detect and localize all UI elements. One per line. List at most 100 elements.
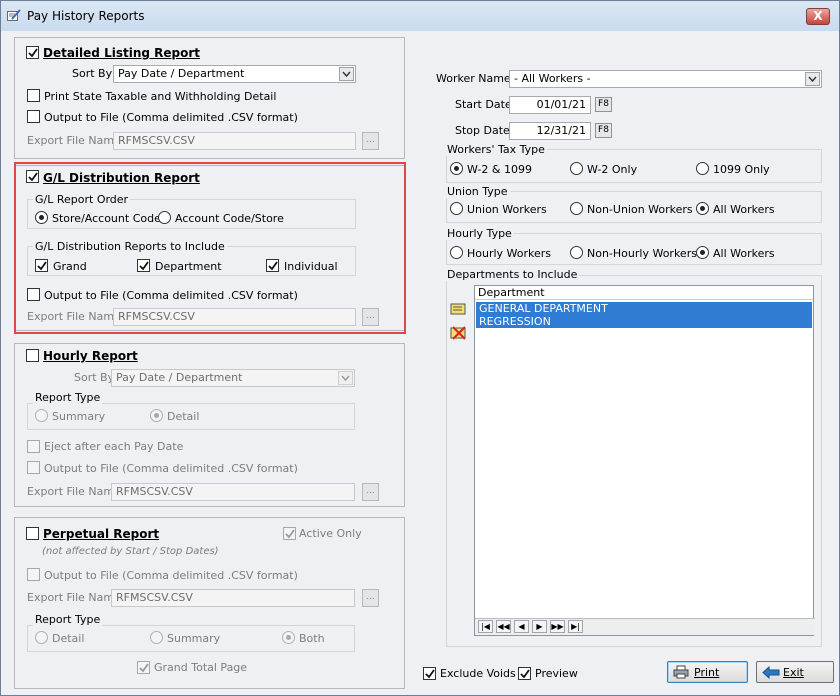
first-record-icon[interactable]: |◀ [478,620,493,633]
hourly-summary-radio[interactable] [35,409,48,422]
non-union-workers-radio[interactable] [570,202,583,215]
hourly-summary-label[interactable]: Summary [52,410,105,423]
start-date-field[interactable]: 01/01/21 [509,96,591,114]
window-title: Pay History Reports [27,9,145,23]
hourly-export-field[interactable]: RFMSCSV.CSV [111,483,355,501]
arrow-left-icon [762,666,780,679]
union-workers-label[interactable]: Union Workers [467,203,547,216]
detailed-listing-checkbox[interactable] [26,46,39,59]
perpetual-report-checkbox[interactable] [26,527,39,540]
detailed-output-label[interactable]: Output to File (Comma delimited .CSV for… [44,111,298,124]
exit-button-label: Exit [783,666,804,679]
hourly-report-label[interactable]: Hourly Report [43,349,138,363]
departments-title: Departments to Include [445,268,580,281]
start-date-f8-button[interactable]: F8 [595,97,612,112]
stop-date-field[interactable]: 12/31/21 [509,122,591,140]
close-button[interactable]: X [806,8,830,25]
hourly-eject-label[interactable]: Eject after each Pay Date [44,440,183,453]
tax-w2-1099-radio[interactable] [450,162,463,175]
union-all-workers-label[interactable]: All Workers [713,203,775,216]
title-bar: Pay History Reports X [1,1,839,31]
prev-record-icon[interactable]: ◀ [514,620,529,633]
perpetual-report-type-title: Report Type [33,613,103,626]
select-all-icon[interactable] [450,301,468,317]
perpetual-report-label[interactable]: Perpetual Report [43,527,159,541]
exclude-voids-label[interactable]: Exclude Voids [440,667,516,680]
next-record-icon[interactable]: ▶ [532,620,547,633]
perpetual-summary-label[interactable]: Summary [167,632,220,645]
active-only-label[interactable]: Active Only [299,527,362,540]
preview-checkbox[interactable] [518,667,531,680]
stop-date-f8-button[interactable]: F8 [595,123,612,138]
perpetual-browse-button[interactable]: ... [362,589,379,607]
detailed-browse-button[interactable]: ... [362,132,379,150]
hourly-all-workers-label[interactable]: All Workers [713,247,775,260]
hourly-type-title: Hourly Type [445,227,514,240]
detailed-output-checkbox[interactable] [27,110,40,123]
chevron-down-icon[interactable] [338,371,353,385]
union-type-title: Union Type [445,185,510,198]
hourly-detail-radio[interactable] [150,409,163,422]
hourly-workers-radio[interactable] [450,246,463,259]
grand-total-label[interactable]: Grand Total Page [154,661,247,674]
last-record-icon[interactable]: ▶| [568,620,583,633]
departments-list[interactable]: Department GENERAL DEPARTMENT REGRESSION [474,285,814,636]
detailed-listing-label[interactable]: Detailed Listing Report [43,46,200,60]
tax-1099-only-label[interactable]: 1099 Only [713,163,770,176]
non-union-workers-label[interactable]: Non-Union Workers [587,203,693,216]
exit-button[interactable]: Exit [756,661,834,683]
chevron-down-icon[interactable] [339,67,354,81]
hourly-output-checkbox[interactable] [27,461,40,474]
print-state-checkbox[interactable] [27,89,40,102]
detailed-sort-by-select[interactable]: Pay Date / Department [113,65,356,83]
tax-w2-1099-label[interactable]: W-2 & 1099 [467,163,532,176]
perpetual-detail-radio[interactable] [35,631,48,644]
hourly-all-workers-radio[interactable] [696,246,709,259]
union-all-workers-radio[interactable] [696,202,709,215]
detailed-export-label: Export File Name [27,134,121,147]
hourly-report-type-title: Report Type [33,391,103,404]
perpetual-export-field[interactable]: RFMSCSV.CSV [111,589,355,607]
list-navigator: |◀ ◀◀ ◀ ▶ ▶▶ ▶| [475,618,815,635]
printer-icon [673,665,689,679]
hourly-browse-button[interactable]: ... [362,483,379,501]
perpetual-detail-label[interactable]: Detail [52,632,84,645]
report-edit-icon [7,9,21,21]
perpetual-both-label[interactable]: Both [299,632,325,645]
non-hourly-workers-label[interactable]: Non-Hourly Workers [587,247,697,260]
active-only-checkbox[interactable] [283,527,296,540]
non-hourly-workers-radio[interactable] [570,246,583,259]
department-column-header[interactable]: Department [475,286,813,300]
print-button[interactable]: Print [667,661,748,683]
perpetual-both-radio[interactable] [282,631,295,644]
prev-page-icon[interactable]: ◀◀ [496,620,511,633]
detailed-sort-by-label: Sort By [72,67,113,80]
preview-label[interactable]: Preview [535,667,578,680]
tax-w2-only-label[interactable]: W-2 Only [587,163,637,176]
tax-1099-only-radio[interactable] [696,162,709,175]
chevron-down-icon[interactable] [805,72,820,86]
perpetual-output-label[interactable]: Output to File (Comma delimited .CSV for… [44,569,298,582]
print-state-label[interactable]: Print State Taxable and Withholding Deta… [44,90,276,103]
perpetual-summary-radio[interactable] [150,631,163,644]
tax-type-title: Workers' Tax Type [445,143,547,156]
next-page-icon[interactable]: ▶▶ [550,620,565,633]
list-item[interactable]: REGRESSION [476,315,812,328]
hourly-sort-by-select[interactable]: Pay Date / Department [111,369,355,387]
union-workers-radio[interactable] [450,202,463,215]
perpetual-export-label: Export File Name [27,591,121,604]
perpetual-output-checkbox[interactable] [27,568,40,581]
exclude-voids-checkbox[interactable] [423,667,436,680]
hourly-workers-label[interactable]: Hourly Workers [467,247,551,260]
hourly-detail-label[interactable]: Detail [167,410,199,423]
worker-name-select[interactable]: - All Workers - [509,70,822,88]
hourly-eject-checkbox[interactable] [27,440,40,453]
hourly-report-checkbox[interactable] [26,349,39,362]
list-item[interactable]: GENERAL DEPARTMENT [476,302,812,315]
clear-selection-icon[interactable] [450,325,468,341]
tax-w2-only-radio[interactable] [570,162,583,175]
client-area: Detailed Listing Report Sort By Pay Date… [2,31,838,695]
grand-total-checkbox[interactable] [137,661,150,674]
detailed-export-field[interactable]: RFMSCSV.CSV [113,132,356,150]
hourly-output-label[interactable]: Output to File (Comma delimited .CSV for… [44,462,298,475]
